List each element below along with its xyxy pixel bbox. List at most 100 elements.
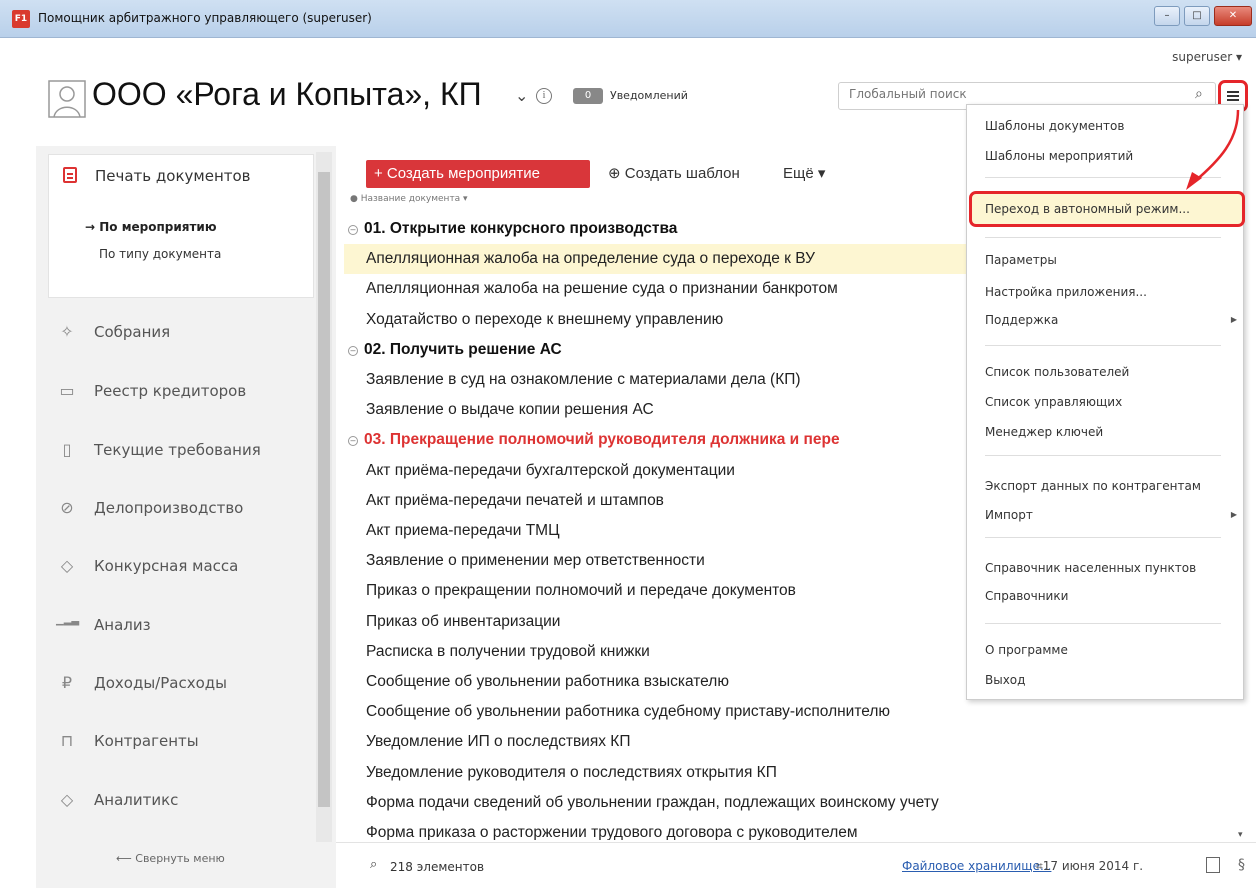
sidebar-submenu: → По мероприятию По типу документа [48, 194, 314, 298]
menu-item-exit[interactable]: Выход [985, 673, 1025, 687]
user-menu[interactable]: superuser ▾ [1172, 50, 1242, 64]
sidebar-item-records[interactable]: ⊘ Делопроизводство [48, 488, 314, 528]
sidebar-item-creditor-registry[interactable]: ▭ Реестр кредиторов [48, 371, 314, 411]
menu-item-directories[interactable]: Справочники [985, 589, 1068, 603]
hamburger-icon [1227, 91, 1239, 93]
document-row[interactable]: Ходатайство о переходе к внешнему управл… [344, 305, 974, 335]
menu-item-app-settings[interactable]: Настройка приложения... [985, 285, 1147, 299]
person-icon [48, 80, 86, 118]
document-row[interactable]: Акт приема-передачи ТМЦ [344, 516, 974, 546]
document-row[interactable]: Заявление о выдаче копии решения АС [344, 395, 974, 425]
document-row[interactable]: Заявление в суд на ознакомление с матери… [344, 365, 974, 395]
sidebar-item-label: Доходы/Расходы [94, 674, 227, 692]
more-menu-button[interactable]: Ещё ▾ [783, 164, 825, 182]
document-row[interactable]: Апелляционная жалоба на определение суда… [344, 244, 974, 275]
minimize-button[interactable]: – [1154, 6, 1180, 26]
close-button[interactable]: ✕ [1214, 6, 1252, 26]
chevron-down-icon[interactable]: ⌄ [515, 86, 528, 105]
sidebar-item-label: Анализ [94, 616, 151, 634]
sidebar-item-income-expenses[interactable]: ₽ Доходы/Расходы [48, 663, 314, 703]
maximize-button[interactable]: □ [1184, 6, 1210, 26]
collapse-group-icon[interactable]: – [348, 345, 358, 356]
row-label: Форма подачи сведений об увольнении граж… [366, 793, 939, 811]
document-row[interactable]: Акт приёма-передачи бухгалтерской докуме… [344, 456, 974, 486]
sidebar-item-analytics[interactable]: ◇ Аналитикс [48, 780, 314, 820]
document-row[interactable]: Приказ о прекращении полномочий и переда… [344, 576, 974, 606]
paragraph-icon[interactable]: § [1238, 857, 1245, 873]
list-scroll-down-icon[interactable]: ▾ [1238, 830, 1252, 842]
menu-item-manager-list[interactable]: Список управляющих [985, 395, 1122, 409]
submenu-item-by-doc-type[interactable]: По типу документа [99, 247, 221, 261]
document-row[interactable]: Уведомление ИП о последствиях КП [344, 727, 974, 757]
row-label: Форма приказа о расторжении трудового до… [366, 824, 858, 840]
search-input[interactable] [849, 87, 1179, 101]
menu-item-user-list[interactable]: Список пользователей [985, 365, 1129, 379]
bar-chart-icon: ▁▂▃ [56, 615, 80, 626]
collapse-group-icon[interactable]: – [348, 225, 358, 235]
sidebar-item-label: Собрания [94, 323, 171, 341]
document-icon: ▯ [62, 440, 72, 459]
document-row[interactable]: Заявление о применении мер ответственнос… [344, 546, 974, 576]
document-icon[interactable] [1206, 857, 1220, 873]
sidebar-scrollbar-thumb[interactable] [318, 172, 330, 807]
column-header-document-name[interactable]: ● Название документа ▾ [350, 194, 468, 204]
menu-item-about[interactable]: О программе [985, 643, 1068, 657]
sidebar-item-counterparties[interactable]: ⊓ Контрагенты [48, 721, 314, 761]
sidebar-item-print-documents[interactable]: Печать документов [48, 154, 314, 194]
group-row[interactable]: –01. Открытие конкурсного производства [344, 214, 974, 244]
menu-item-key-manager[interactable]: Менеджер ключей [985, 425, 1103, 439]
row-label: 01. Открытие конкурсного производства [364, 220, 678, 237]
submenu-arrow-icon: ▶ [1230, 315, 1237, 324]
collapse-group-icon[interactable]: – [348, 436, 358, 447]
sidebar-item-meetings[interactable]: ✧ Собрания [48, 312, 314, 352]
sidebar-item-analysis[interactable]: ▁▂▃ Анализ [48, 605, 314, 645]
document-row[interactable]: Сообщение об увольнении работника взыска… [344, 667, 974, 697]
menu-divider [985, 345, 1221, 346]
notification-count-badge[interactable]: 0 [573, 88, 603, 104]
document-row[interactable]: Сообщение об увольнении работника судебн… [344, 697, 974, 727]
menu-item-localities-directory[interactable]: Справочник населенных пунктов [985, 561, 1196, 575]
notifications-link[interactable]: Уведомлений [610, 89, 688, 102]
sidebar-item-label: Текущие требования [94, 441, 261, 459]
document-row[interactable]: Апелляционная жалоба на решение суда о п… [344, 274, 974, 304]
group-row[interactable]: –02. Получить решение АС [344, 335, 974, 365]
row-label: Сообщение об увольнении работника взыска… [366, 673, 729, 690]
document-row[interactable]: Приказ об инвентаризации [344, 607, 974, 637]
file-storage-link[interactable]: Файловое хранилище... [902, 859, 1051, 873]
menu-item-document-templates[interactable]: Шаблоны документов [985, 119, 1124, 133]
menu-item-export-counterparties[interactable]: Экспорт данных по контрагентам [985, 479, 1201, 493]
submenu-arrow-icon: ▶ [1230, 510, 1237, 519]
submenu-item-by-event[interactable]: → По мероприятию [85, 220, 217, 234]
menu-item-parameters[interactable]: Параметры [985, 253, 1057, 267]
row-label: Расписка в получении трудовой книжки [366, 642, 650, 660]
menu-item-support[interactable]: Поддержка [985, 313, 1058, 327]
create-event-button[interactable]: + Создать мероприятие [366, 160, 590, 188]
menu-item-offline-mode[interactable]: Переход в автономный режим... [985, 202, 1190, 216]
user-name: superuser [1172, 50, 1233, 64]
menu-divider [985, 455, 1221, 456]
row-label: Приказ об инвентаризации [366, 612, 561, 630]
info-icon[interactable]: i [536, 88, 552, 104]
chevron-down-icon: ▾ [1235, 50, 1242, 64]
menu-item-import[interactable]: Импорт [985, 508, 1033, 522]
document-row[interactable]: Акт приёма-передачи печатей и штампов [344, 486, 974, 516]
row-label: 02. Получить решение АС [364, 340, 562, 358]
document-row[interactable]: Расписка в получении трудовой книжки [344, 637, 974, 667]
sidebar-item-label: Печать документов [95, 167, 251, 185]
collapse-menu-button[interactable]: ⟵ Свернуть меню [116, 852, 225, 865]
sidebar-item-label: Реестр кредиторов [94, 382, 247, 400]
app-window: F1 Помощник арбитражного управляющего (s… [0, 0, 1256, 888]
sidebar-item-current-claims[interactable]: ▯ Текущие требования [48, 430, 314, 470]
document-row[interactable]: Форма приказа о расторжении трудового до… [344, 818, 974, 840]
row-label: Ходатайство о переходе к внешнему управл… [366, 310, 724, 328]
row-label: Акт приема-передачи ТМЦ [366, 522, 560, 539]
status-bar: ⌕ 218 элементов Файловое хранилище... ⌗1… [336, 842, 1256, 888]
sidebar-item-estate[interactable]: ◇ Конкурсная масса [48, 546, 314, 586]
handshake-icon: ✧ [60, 322, 74, 341]
document-row[interactable]: Уведомление руководителя о последствиях … [344, 758, 974, 788]
document-row[interactable]: Форма подачи сведений об увольнении граж… [344, 788, 974, 818]
create-template-button[interactable]: ⊕ Создать шаблон [608, 164, 740, 182]
menu-item-event-templates[interactable]: Шаблоны мероприятий [985, 149, 1133, 163]
group-row[interactable]: –03. Прекращение полномочий руководителя… [344, 425, 974, 455]
page-title[interactable]: ООО «Рога и Копыта», КП [92, 76, 482, 113]
